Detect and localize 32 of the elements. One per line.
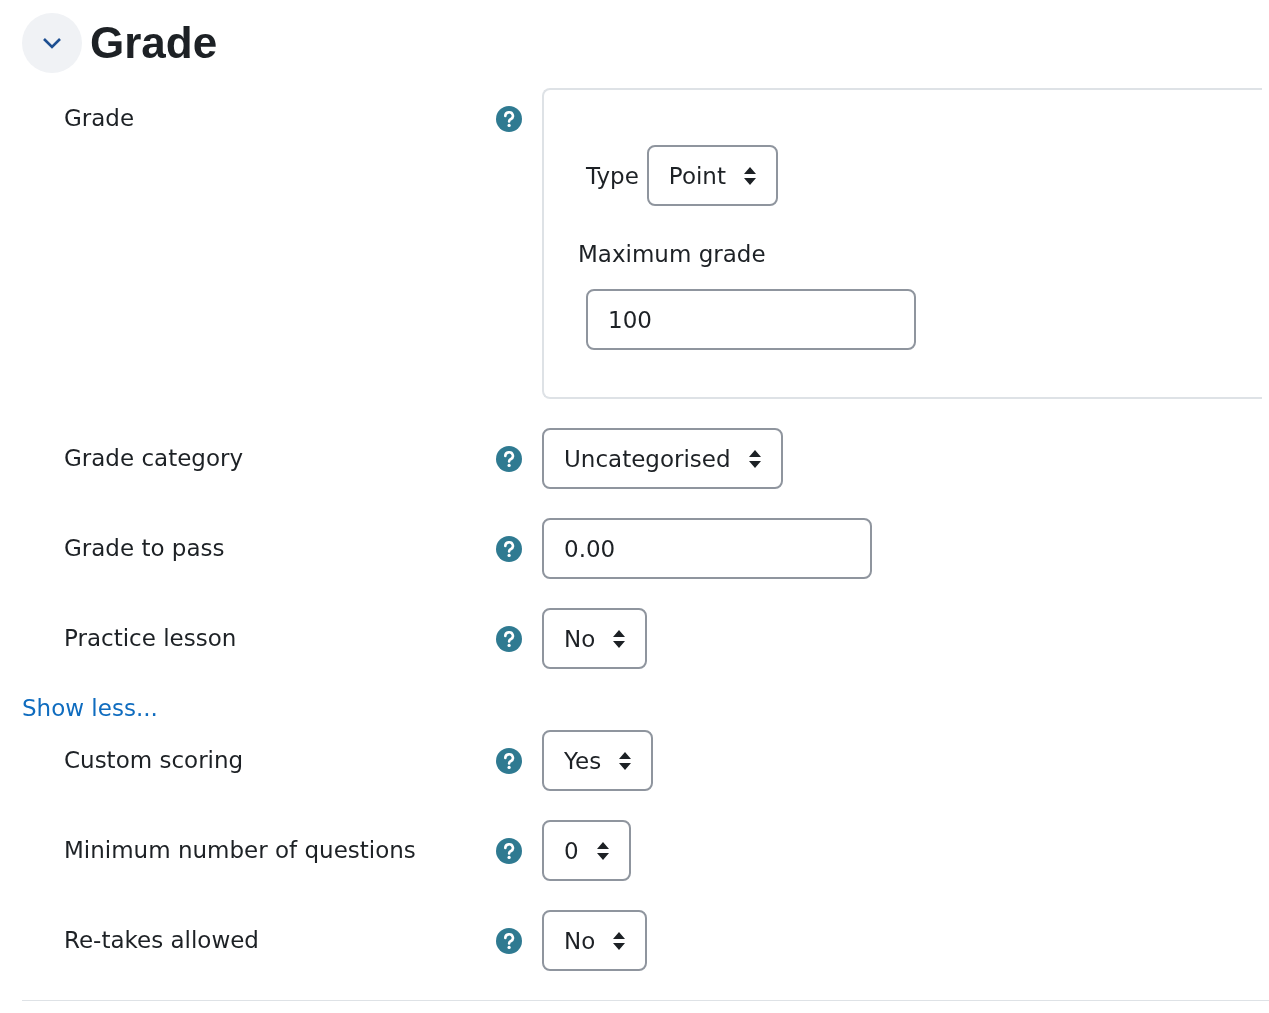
field-label: Grade [64, 104, 136, 133]
field-label: Grade category [64, 444, 245, 473]
help-icon[interactable] [496, 837, 522, 864]
select-field[interactable]: Yes [542, 730, 654, 791]
sort-arrows-icon [743, 166, 756, 185]
help-icon[interactable] [496, 927, 522, 954]
sort-arrows-icon [596, 841, 609, 860]
input-field[interactable]: 100 [586, 289, 916, 350]
sort-arrows-icon [619, 751, 632, 770]
select-field[interactable]: Uncategorised [542, 428, 783, 489]
sort-arrows-icon [748, 449, 761, 468]
help-icon[interactable] [496, 535, 522, 562]
help-icon[interactable] [496, 747, 522, 774]
field-label: Grade to pass [64, 534, 226, 563]
select-field[interactable]: No [542, 608, 648, 669]
input-field[interactable]: 0.00 [542, 518, 872, 579]
select-field[interactable]: No [542, 910, 648, 971]
help-icon[interactable] [496, 105, 522, 132]
field-label: Custom scoring [64, 746, 245, 775]
field-label: Minimum number of questions [64, 836, 417, 865]
type-label: Type [586, 162, 639, 189]
select-field[interactable]: Point [646, 145, 778, 206]
field-label: Practice lesson [64, 624, 238, 653]
sort-arrows-icon [613, 931, 626, 950]
select-field[interactable]: 0 [542, 820, 631, 881]
sort-arrows-icon [613, 629, 626, 648]
maximum-grade-label: Maximum grade [578, 241, 767, 267]
show-less-link[interactable]: Show less... [22, 692, 158, 724]
help-icon[interactable] [496, 625, 522, 652]
field-label: Re-takes allowed [64, 926, 260, 955]
section-title: Grade [90, 18, 218, 68]
help-icon[interactable] [496, 445, 522, 472]
